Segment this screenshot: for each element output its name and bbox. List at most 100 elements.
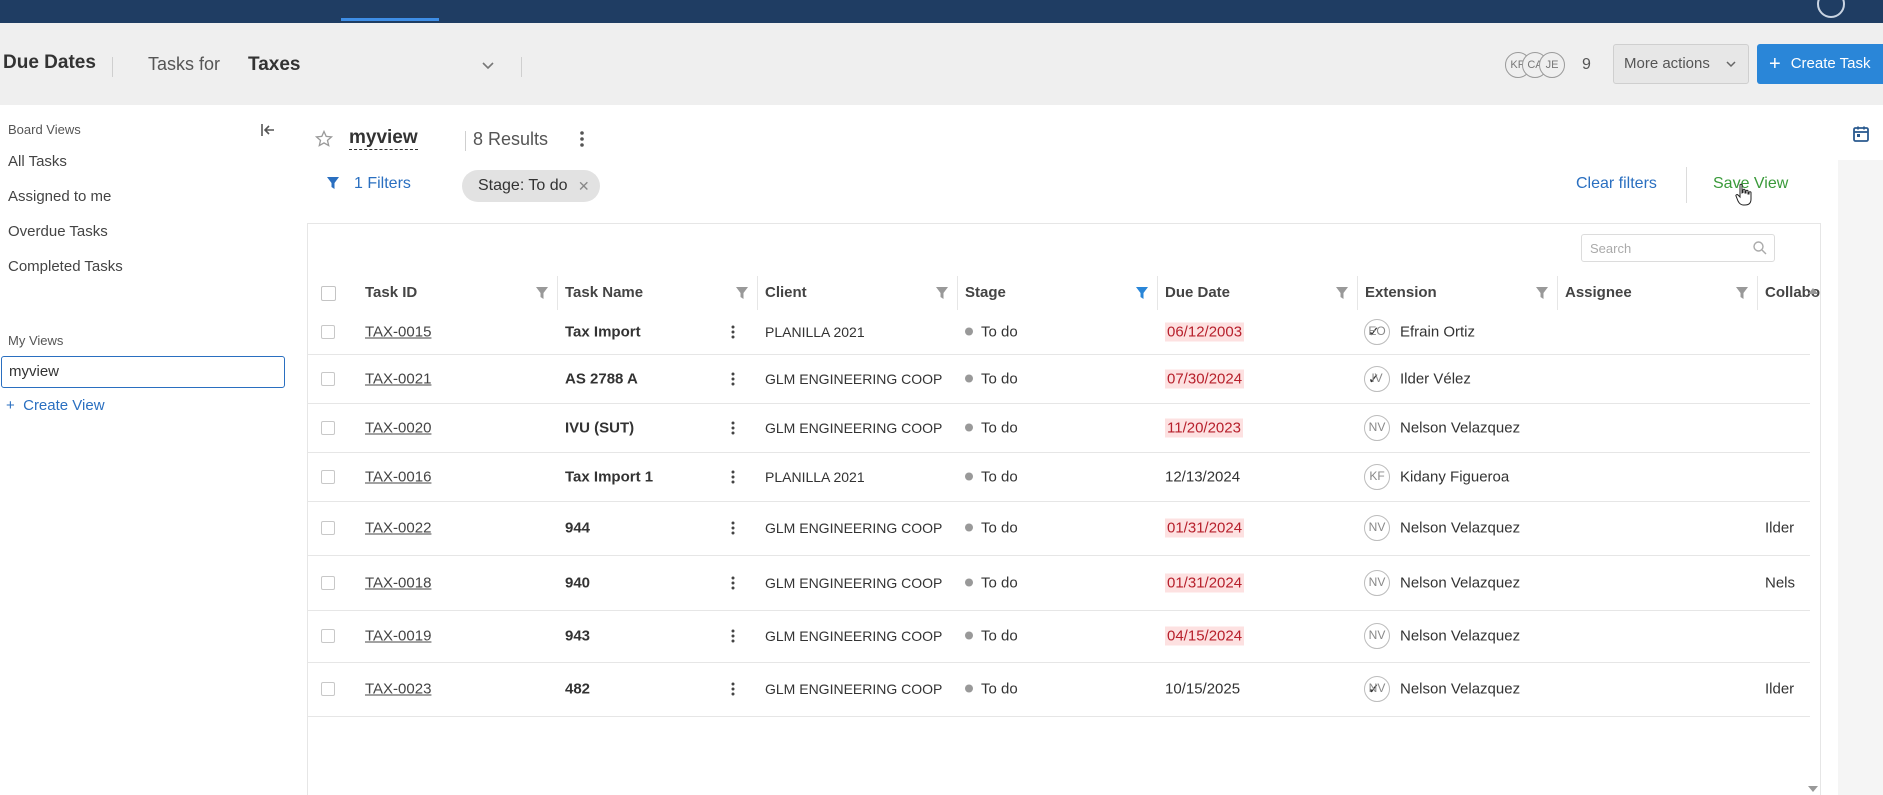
column-divider[interactable] (1357, 276, 1358, 310)
task-id-link[interactable]: TAX-0020 (365, 419, 431, 436)
stage-value[interactable]: To do (965, 419, 1018, 436)
scroll-up-arrow[interactable] (1808, 288, 1818, 294)
table-row[interactable]: TAX-0020 IVU (SUT) GLM ENGINEERING COOP To … (308, 403, 1810, 453)
table-search[interactable] (1581, 234, 1775, 262)
collaborator-count[interactable]: 9 (1582, 56, 1591, 74)
column-divider[interactable] (1557, 276, 1558, 310)
task-id-link[interactable]: TAX-0019 (365, 628, 431, 645)
calendar-icon[interactable] (1852, 125, 1870, 143)
stage-value[interactable]: To do (965, 370, 1018, 387)
sidebar-item-assigned-to-me[interactable]: Assigned to me (8, 188, 111, 205)
due-date[interactable]: 12/13/2024 (1165, 468, 1240, 485)
scroll-down-arrow[interactable] (1808, 786, 1818, 792)
sidebar-item-myview[interactable]: myview (1, 356, 285, 388)
filter-icon[interactable] (735, 286, 749, 300)
assignee-name[interactable]: Nelson Velazquez (1400, 574, 1520, 591)
task-name[interactable]: Tax Import (565, 324, 641, 341)
view-name[interactable]: myview (349, 127, 418, 150)
row-options-icon[interactable] (730, 371, 736, 387)
task-name[interactable]: 943 (565, 628, 590, 645)
column-header-due-date[interactable]: Due Date (1165, 276, 1230, 310)
stage-value[interactable]: To do (965, 574, 1018, 591)
task-name[interactable]: IVU (SUT) (565, 419, 634, 436)
row-checkbox[interactable] (321, 629, 335, 643)
stage-value[interactable]: To do (965, 681, 1018, 698)
assignee-name[interactable]: Efrain Ortiz (1400, 324, 1475, 341)
task-id-link[interactable]: TAX-0016 (365, 468, 431, 485)
task-name[interactable]: 944 (565, 520, 590, 537)
due-date[interactable]: 01/31/2024 (1165, 518, 1245, 538)
sidebar-item-all-tasks[interactable]: All Tasks (8, 153, 67, 170)
filters-button[interactable]: 1 Filters (326, 175, 411, 193)
row-options-icon[interactable] (730, 628, 736, 644)
chevron-down-icon[interactable] (478, 56, 498, 76)
search-input[interactable] (1588, 235, 1742, 261)
filter-icon[interactable] (1335, 286, 1349, 300)
row-checkbox[interactable] (321, 575, 335, 590)
row-options-icon[interactable] (730, 469, 736, 485)
row-checkbox[interactable] (321, 469, 335, 484)
task-name[interactable]: AS 2788 A (565, 370, 638, 387)
task-name[interactable]: 940 (565, 574, 590, 591)
row-checkbox[interactable] (321, 682, 335, 696)
task-id-link[interactable]: TAX-0015 (365, 324, 431, 341)
stage-value[interactable]: To do (965, 468, 1018, 485)
task-id-link[interactable]: TAX-0018 (365, 574, 431, 591)
table-row[interactable]: TAX-0016 Tax Import 1 PLANILLA 2021 To do 12… (308, 452, 1810, 502)
due-date[interactable]: 01/31/2024 (1165, 573, 1245, 592)
stage-value[interactable]: To do (965, 628, 1018, 645)
stage-value[interactable]: To do (965, 324, 1018, 341)
column-header-task-id[interactable]: Task ID (365, 276, 417, 310)
sidebar-item-overdue-tasks[interactable]: Overdue Tasks (8, 223, 108, 240)
search-icon[interactable] (1752, 240, 1768, 256)
row-checkbox[interactable] (321, 521, 335, 535)
task-name[interactable]: 482 (565, 681, 590, 698)
row-options-icon[interactable] (730, 520, 736, 536)
column-header-stage[interactable]: Stage (965, 276, 1006, 310)
row-options-icon[interactable] (730, 681, 736, 697)
view-options-icon[interactable] (577, 128, 587, 150)
filter-active-icon[interactable] (1135, 286, 1149, 300)
assignee-name[interactable]: Nelson Velazquez (1400, 419, 1520, 436)
row-options-icon[interactable] (730, 324, 736, 340)
column-divider[interactable] (557, 276, 558, 310)
filter-icon[interactable] (935, 286, 949, 300)
column-divider[interactable] (757, 276, 758, 310)
row-options-icon[interactable] (730, 420, 736, 436)
table-row[interactable]: TAX-0021 AS 2788 A GLM ENGINEERING COOP To … (308, 354, 1810, 404)
table-row[interactable]: TAX-0019 943 GLM ENGINEERING COOP To do 04/1… (308, 610, 1810, 663)
assignee-name[interactable]: Kidany Figueroa (1400, 468, 1509, 485)
table-row[interactable]: TAX-0018 940 GLM ENGINEERING COOP To do 01/3… (308, 555, 1810, 611)
board-selector[interactable]: Taxes (248, 54, 300, 76)
assignee-name[interactable]: Nelson Velazquez (1400, 681, 1520, 698)
assignee-name[interactable]: Nelson Velazquez (1400, 628, 1520, 645)
stage-value[interactable]: To do (965, 520, 1018, 537)
star-icon[interactable] (314, 129, 334, 149)
task-id-link[interactable]: TAX-0022 (365, 520, 431, 537)
column-divider[interactable] (1157, 276, 1158, 310)
column-header-task-name[interactable]: Task Name (565, 276, 643, 310)
create-view-link[interactable]: + Create View (6, 397, 105, 414)
row-checkbox[interactable] (321, 420, 335, 435)
clear-filters-button[interactable]: Clear filters (1576, 175, 1657, 193)
task-name[interactable]: Tax Import 1 (565, 468, 653, 485)
filter-chip[interactable]: Stage: To do ✕ (462, 170, 600, 202)
due-date[interactable]: 10/15/2025 (1165, 681, 1240, 698)
row-checkbox[interactable] (321, 371, 335, 386)
sidebar-item-completed-tasks[interactable]: Completed Tasks (8, 258, 123, 275)
collapse-sidebar-icon[interactable] (258, 120, 278, 140)
create-task-button[interactable]: + Create Task (1757, 44, 1883, 84)
filter-icon[interactable] (1535, 286, 1549, 300)
table-row[interactable]: TAX-0015 Tax Import PLANILLA 2021 To do 06/1… (308, 310, 1810, 355)
table-row[interactable]: TAX-0023 482 GLM ENGINEERING COOP To do 10/1… (308, 662, 1810, 717)
filter-icon[interactable] (1735, 286, 1749, 300)
close-icon[interactable]: ✕ (578, 170, 590, 202)
task-id-link[interactable]: TAX-0023 (365, 681, 431, 698)
column-divider[interactable] (957, 276, 958, 310)
column-header-assignee[interactable]: Assignee (1565, 276, 1632, 310)
assignee-name[interactable]: Ilder Vélez (1400, 370, 1471, 387)
column-header-client[interactable]: Client (765, 276, 807, 310)
due-date[interactable]: 06/12/2003 (1165, 322, 1245, 342)
due-date[interactable]: 04/15/2024 (1165, 626, 1245, 646)
user-avatar[interactable] (1817, 0, 1845, 18)
